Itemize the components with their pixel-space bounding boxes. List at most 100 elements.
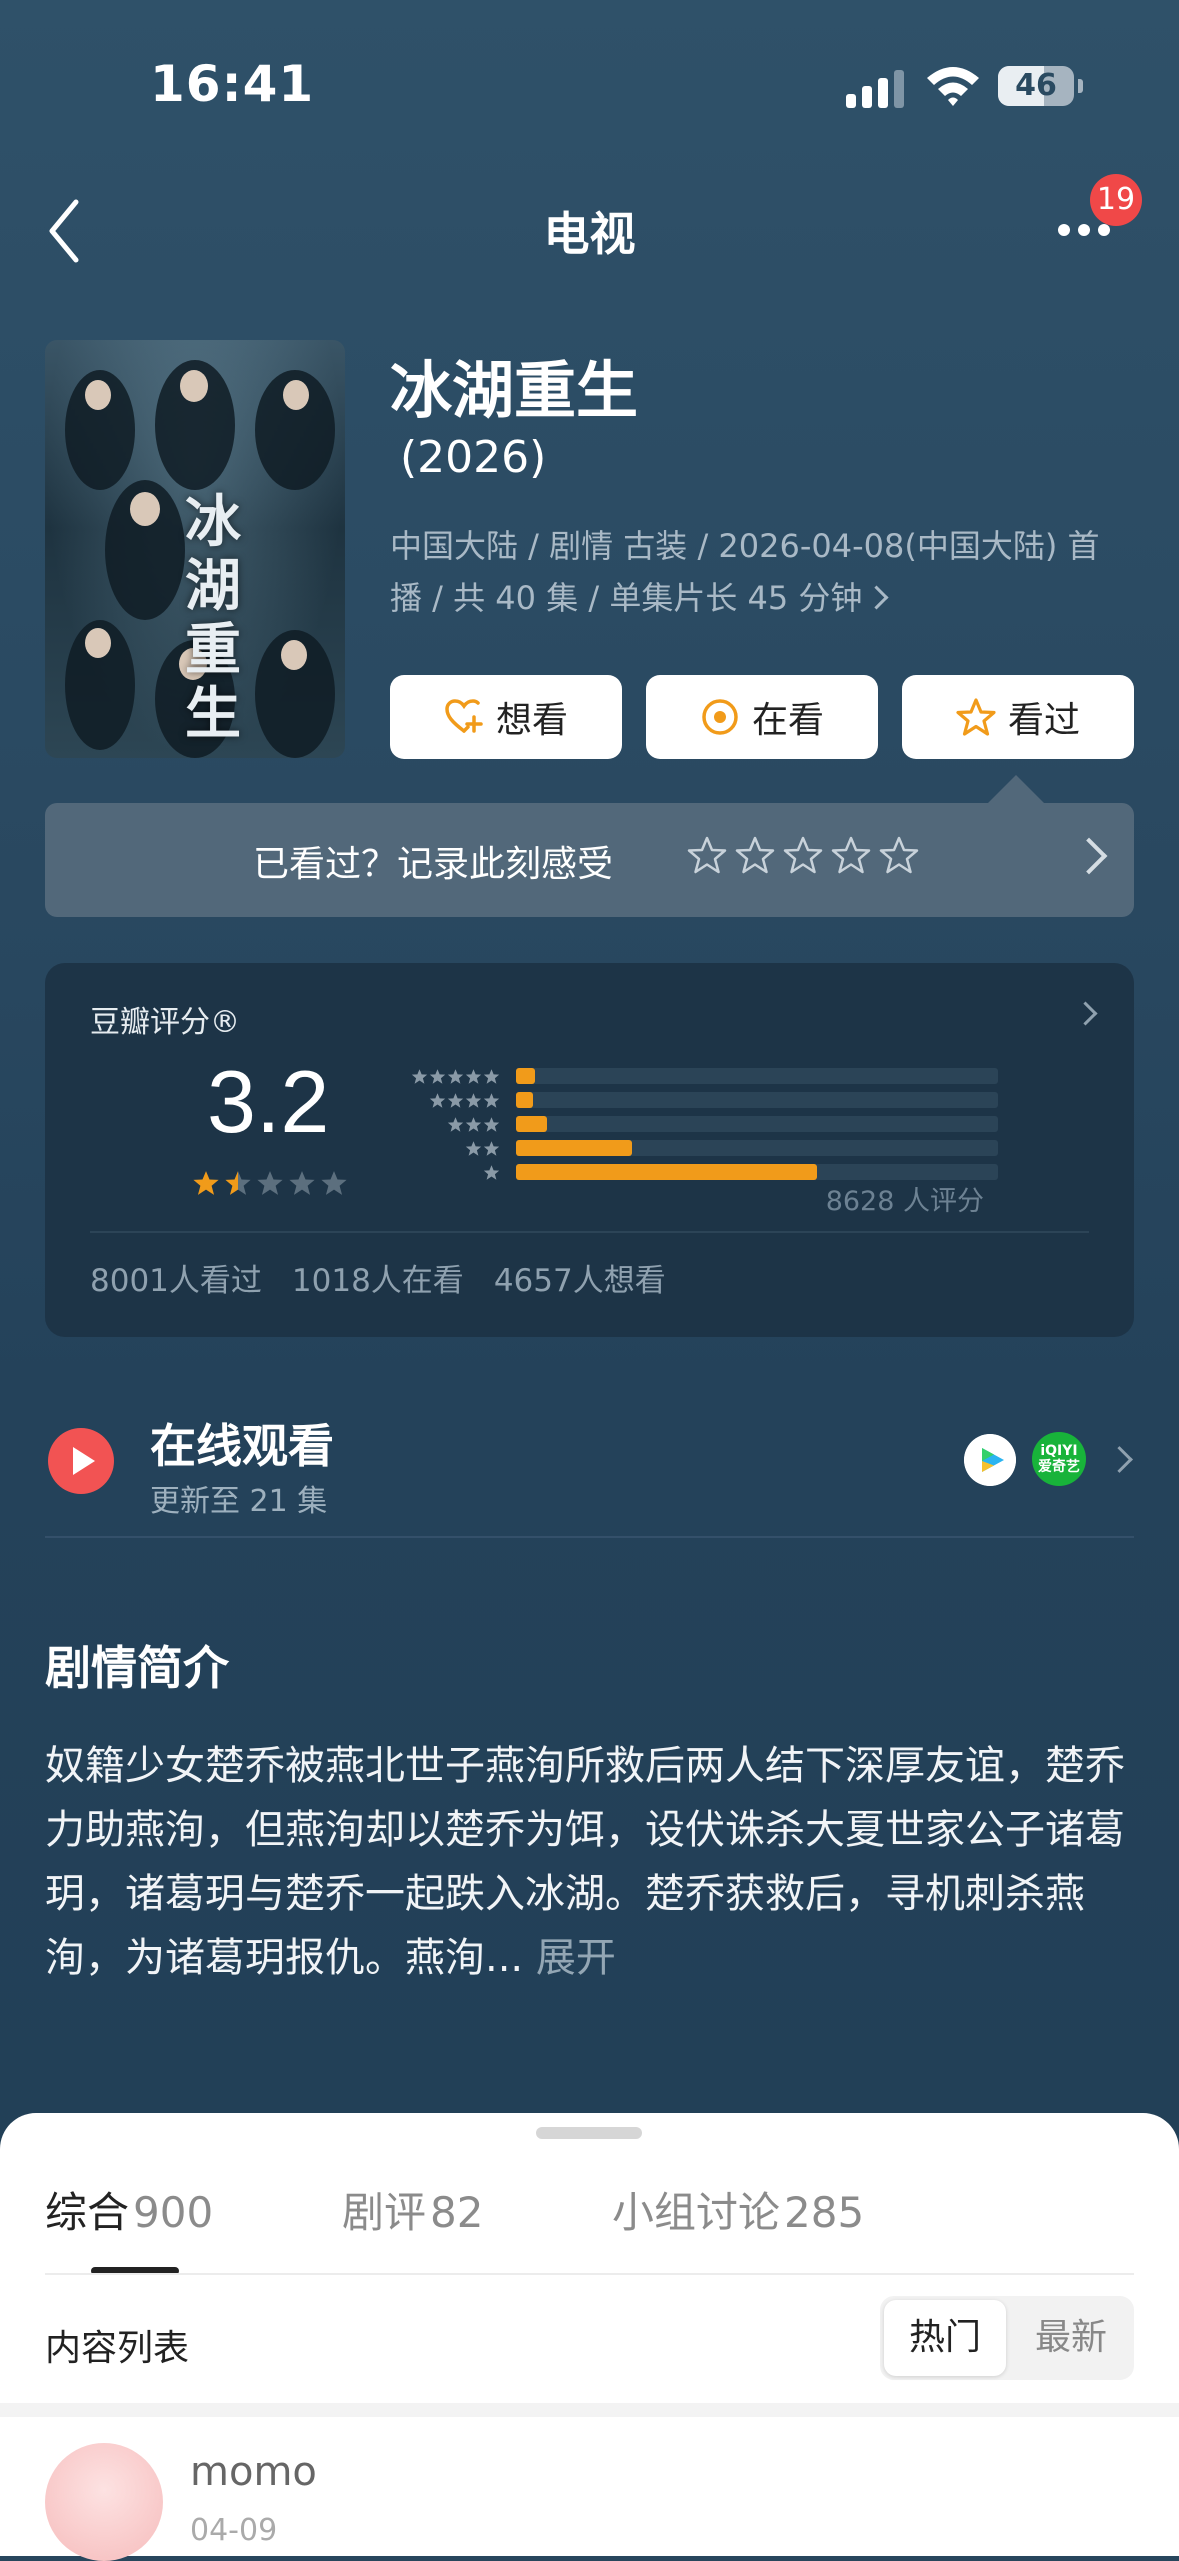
- watching-icon: [702, 699, 738, 735]
- empty-star-icon: [321, 1171, 347, 1195]
- tab-reviews[interactable]: 剧评82: [342, 2179, 483, 2240]
- bar-track: [516, 1164, 998, 1180]
- divider: [45, 1536, 1134, 1538]
- bar-fill: [516, 1092, 533, 1108]
- cellular-signal-icon: [846, 70, 904, 108]
- filled-star-icon: [193, 1171, 219, 1195]
- content-list-label: 内容列表: [45, 2328, 190, 2369]
- bar-fill: [516, 1068, 536, 1084]
- rating-bar-row: [380, 1064, 998, 1088]
- empty-star-icon[interactable]: [879, 835, 919, 875]
- poster-title: 冰湖重生: [185, 489, 241, 747]
- chevron-right-icon: [864, 585, 889, 610]
- want-count: 4657人想看: [493, 1263, 666, 1299]
- sort-hot-button[interactable]: 热门: [884, 2300, 1006, 2376]
- sort-new-button[interactable]: 最新: [1010, 2300, 1132, 2376]
- small-star-icon: [465, 1068, 482, 1084]
- post-date: 04-09: [190, 2513, 278, 2548]
- bar-track: [516, 1116, 998, 1132]
- small-star-icon: [483, 1164, 500, 1180]
- watched-label: 看过: [1007, 700, 1080, 741]
- online-watch-update: 更新至 21 集: [150, 1484, 328, 1519]
- divider: [45, 2273, 1134, 2275]
- rating-card[interactable]: 豆瓣评分® 3.2 8628 人评分 8001人看过 1018人在看 4657人…: [45, 963, 1134, 1337]
- bar-track: [516, 1140, 998, 1156]
- tab-count: 285: [784, 2188, 865, 2237]
- play-icon[interactable]: [48, 1428, 114, 1494]
- tab-label: 小组讨论: [612, 2188, 781, 2237]
- post-username[interactable]: momo: [190, 2449, 317, 2495]
- tab-label: 综合: [45, 2188, 130, 2237]
- record-feeling-bar[interactable]: 已看过？记录此刻感受: [45, 803, 1134, 917]
- show-meta[interactable]: 中国大陆 / 剧情 古装 / 2026-04-08(中国大陆) 首播 / 共 4…: [390, 520, 1130, 624]
- sort-toggle[interactable]: 热门 最新: [880, 2296, 1134, 2380]
- online-watch-title[interactable]: 在线观看: [150, 1410, 334, 1476]
- want-label: 想看: [495, 700, 568, 741]
- battery-level: 46: [1015, 68, 1057, 103]
- bar-track: [516, 1092, 998, 1108]
- small-star-icon: [447, 1068, 464, 1084]
- score-stars: [192, 1169, 348, 1197]
- watching-count: 1018人在看: [291, 1263, 464, 1299]
- show-year: (2026): [400, 432, 547, 483]
- watched-count: 8001人看过: [90, 1263, 262, 1299]
- tab-count: 82: [430, 2188, 484, 2237]
- watching-label: 在看: [751, 700, 824, 741]
- rating-count: 8628 人评分: [825, 1186, 984, 1217]
- tab-count: 900: [133, 2188, 214, 2237]
- small-star-icon: [447, 1116, 464, 1132]
- empty-star-icon[interactable]: [687, 835, 727, 875]
- notification-badge: 19: [1090, 174, 1142, 226]
- record-text: 已看过？记录此刻感受: [253, 844, 614, 885]
- small-star-icon: [483, 1068, 500, 1084]
- show-title: 冰湖重生: [390, 354, 639, 427]
- small-star-icon: [483, 1092, 500, 1108]
- empty-star-icon[interactable]: [783, 835, 823, 875]
- record-pointer: [988, 775, 1044, 803]
- iqiyi-icon[interactable]: iQIYI 爱奇艺: [1032, 1432, 1086, 1486]
- rating-distribution: [380, 1064, 998, 1184]
- watched-button[interactable]: 看过: [902, 675, 1134, 759]
- avatar[interactable]: [45, 2443, 163, 2561]
- rating-stats: 8001人看过 1018人在看 4657人想看: [90, 1255, 666, 1300]
- rating-bar-row: [380, 1136, 998, 1160]
- synopsis-text: 奴籍少女楚乔被燕北世子燕洵所救后两人结下深厚友谊，楚乔力助燕洵，但燕洵却以楚乔为…: [45, 1734, 1145, 1990]
- rating-bar-row: [380, 1088, 998, 1112]
- small-star-icon: [465, 1140, 482, 1156]
- small-star-icon: [465, 1092, 482, 1108]
- filled-star-icon: [225, 1171, 251, 1195]
- record-stars[interactable]: [687, 835, 919, 875]
- star-icon: [956, 698, 996, 736]
- bar-star-label: [380, 1116, 500, 1133]
- small-star-icon: [411, 1068, 428, 1084]
- tab-overview[interactable]: 综合900: [45, 2179, 213, 2240]
- rating-bar-row: [380, 1112, 998, 1136]
- empty-star-icon[interactable]: [735, 835, 775, 875]
- bar-fill: [516, 1164, 818, 1180]
- sheet-handle[interactable]: [536, 2127, 642, 2139]
- status-time: 16:41: [150, 55, 315, 113]
- tab-group-discussion[interactable]: 小组讨论285: [612, 2179, 864, 2240]
- rating-score: 3.2: [207, 1052, 330, 1151]
- small-star-icon: [483, 1140, 500, 1156]
- chevron-right-icon: [1070, 837, 1108, 875]
- divider: [90, 1231, 1089, 1233]
- battery-icon: 46: [998, 66, 1083, 106]
- expand-link[interactable]: 展开: [536, 1935, 616, 1981]
- small-star-icon: [429, 1092, 446, 1108]
- video-platform-icon[interactable]: [964, 1434, 1016, 1486]
- empty-star-icon: [289, 1171, 315, 1195]
- empty-star-icon[interactable]: [831, 835, 871, 875]
- tab-label: 剧评: [342, 2188, 427, 2237]
- want-button[interactable]: 想看: [390, 675, 622, 759]
- poster-image[interactable]: 冰湖重生: [45, 340, 345, 758]
- small-star-icon: [447, 1092, 464, 1108]
- heart-plus-icon: [445, 699, 483, 733]
- small-star-icon: [429, 1068, 446, 1084]
- status-bar: 16:41 46: [0, 0, 1179, 150]
- small-star-icon: [465, 1116, 482, 1132]
- watching-button[interactable]: 在看: [646, 675, 878, 759]
- nav-title: 电视: [543, 207, 636, 261]
- synopsis-title: 剧情简介: [45, 1641, 229, 1695]
- bottom-sheet[interactable]: 综合900 剧评82 小组讨论285 内容列表 热门 最新 momo 04-09: [0, 2113, 1179, 2561]
